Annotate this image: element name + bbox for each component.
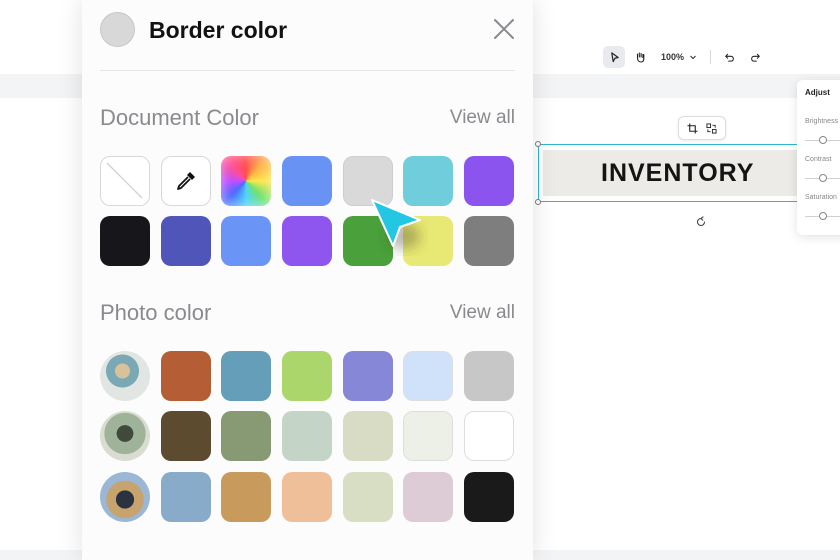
header-divider: [100, 70, 515, 71]
replace-icon[interactable]: [706, 122, 717, 134]
border-color-panel: Border color Document Color View all Pho…: [82, 0, 533, 560]
hand-icon: [636, 52, 645, 63]
pointer-icon: [610, 51, 619, 62]
photo-color-swatch[interactable]: [221, 472, 271, 522]
photo-thumb-1[interactable]: [100, 351, 150, 401]
redo-button[interactable]: [744, 46, 766, 68]
color-picker-swatch[interactable]: [221, 156, 271, 206]
color-swatch[interactable]: [100, 216, 150, 266]
photo-color-title: Photo color: [100, 300, 212, 325]
no-color-icon: [106, 162, 143, 199]
contrast-label: Contrast: [805, 156, 832, 163]
select-tool-button[interactable]: [603, 46, 625, 68]
resize-handle-bottom-left[interactable]: [535, 199, 541, 205]
cursor-icon: [371, 199, 421, 249]
brightness-label: Brightness: [805, 118, 839, 125]
document-color-title: Document Color: [100, 105, 259, 130]
eyedropper-icon: [177, 172, 195, 190]
toolbar-divider: [710, 50, 712, 64]
photo-color-swatch[interactable]: [282, 411, 332, 461]
panel-bottom-fade: [82, 540, 533, 560]
undo-button[interactable]: [718, 46, 740, 68]
photo-color-swatch[interactable]: [464, 351, 514, 401]
photo-color-swatch[interactable]: [161, 411, 211, 461]
photo-color-swatch[interactable]: [161, 351, 211, 401]
brightness-slider-knob[interactable]: [819, 136, 827, 144]
photo-color-swatch[interactable]: [464, 411, 514, 461]
color-swatch[interactable]: [464, 156, 514, 206]
panel-title: Border color: [149, 17, 288, 43]
undo-icon: [724, 53, 734, 62]
current-color-indicator: [100, 12, 135, 47]
eyedropper-button[interactable]: [161, 156, 211, 206]
color-swatch[interactable]: [161, 216, 211, 266]
color-swatch[interactable]: [282, 216, 332, 266]
redo-icon: [750, 53, 760, 62]
zoom-level: 100%: [661, 52, 685, 62]
photo-color-swatch[interactable]: [161, 472, 211, 522]
saturation-slider-knob[interactable]: [819, 212, 827, 220]
photo-color-swatch[interactable]: [343, 411, 393, 461]
crop-icon[interactable]: [687, 122, 698, 134]
photo-color-swatch[interactable]: [403, 351, 453, 401]
photo-color-swatch[interactable]: [403, 472, 453, 522]
photo-color-swatch[interactable]: [221, 351, 271, 401]
resize-handle-top-left[interactable]: [535, 141, 541, 147]
color-swatch[interactable]: [464, 216, 514, 266]
rotate-icon[interactable]: [695, 216, 707, 228]
photo-color-swatch[interactable]: [343, 351, 393, 401]
chevron-down-icon: [690, 55, 696, 60]
adjust-panel: Adjust Brightness Contrast Saturation: [797, 80, 840, 235]
photo-color-swatch[interactable]: [403, 411, 453, 461]
close-icon[interactable]: [493, 18, 515, 40]
photo-color-swatch[interactable]: [221, 411, 271, 461]
document-color-view-all[interactable]: View all: [450, 107, 515, 129]
color-swatch[interactable]: [282, 156, 332, 206]
adjust-title: Adjust: [805, 88, 830, 97]
selection-frame: [538, 144, 840, 202]
hand-tool-button[interactable]: [629, 46, 651, 68]
no-color-swatch[interactable]: [100, 156, 150, 206]
contrast-slider-knob[interactable]: [819, 174, 827, 182]
zoom-dropdown[interactable]: 100%: [655, 52, 703, 62]
panel-header: Border color: [100, 12, 515, 50]
canvas-toolbar: 100%: [603, 46, 766, 68]
photo-color-swatch[interactable]: [282, 472, 332, 522]
photo-thumb-3[interactable]: [100, 472, 150, 522]
photo-color-swatch[interactable]: [282, 351, 332, 401]
photo-color-view-all[interactable]: View all: [450, 302, 515, 324]
photo-thumb-2[interactable]: [100, 411, 150, 461]
element-quick-toolbar: [678, 116, 726, 140]
color-swatch[interactable]: [221, 216, 271, 266]
saturation-label: Saturation: [805, 194, 837, 201]
photo-color-swatch[interactable]: [464, 472, 514, 522]
photo-color-swatch[interactable]: [343, 472, 393, 522]
